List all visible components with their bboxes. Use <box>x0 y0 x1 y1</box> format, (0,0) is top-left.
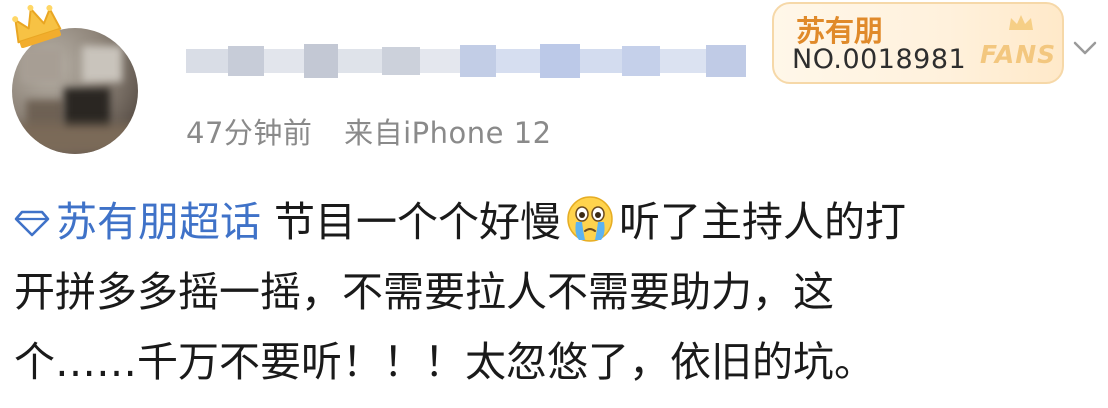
post-time: 47分钟前 <box>186 116 313 150</box>
weibo-post-card: 47分钟前 来自iPhone 12 苏有朋 NO.0018981 FANS 苏有… <box>0 0 1108 408</box>
post-line-1: 苏有朋超话 节目一个个好慢 听了主持人的打 <box>14 187 1098 257</box>
super-topic-label: 苏有朋超话 <box>56 198 261 246</box>
post-content: 苏有朋超话 节目一个个好慢 听了主持人的打 开拼多多摇一摇，不需要拉人不需要助力… <box>14 187 1098 397</box>
crown-icon <box>12 4 62 48</box>
fans-crown-icon <box>1009 15 1033 30</box>
diamond-icon <box>14 210 50 237</box>
post-line-3: 个……千万不要听！！！太忽悠了，依旧的坑。 <box>14 338 875 386</box>
post-meta: 47分钟前 来自iPhone 12 <box>186 110 552 152</box>
fans-badge[interactable]: 苏有朋 NO.0018981 FANS <box>772 2 1064 84</box>
chevron-down-icon[interactable] <box>1072 38 1098 58</box>
fans-badge-number: NO.0018981 <box>792 44 967 75</box>
post-text-1a: 节目一个个好慢 <box>274 198 562 246</box>
post-text-1b: 听了主持人的打 <box>619 198 907 246</box>
fans-badge-label: FANS <box>980 40 1057 69</box>
super-topic-link[interactable]: 苏有朋超话 <box>14 198 261 246</box>
crying-face-emoji-icon <box>567 196 613 242</box>
post-source[interactable]: 来自iPhone 12 <box>344 116 552 150</box>
post-line-2: 开拼多多摇一摇，不需要拉人不需要助力，这 <box>14 268 834 316</box>
username-blurred[interactable] <box>186 38 746 84</box>
